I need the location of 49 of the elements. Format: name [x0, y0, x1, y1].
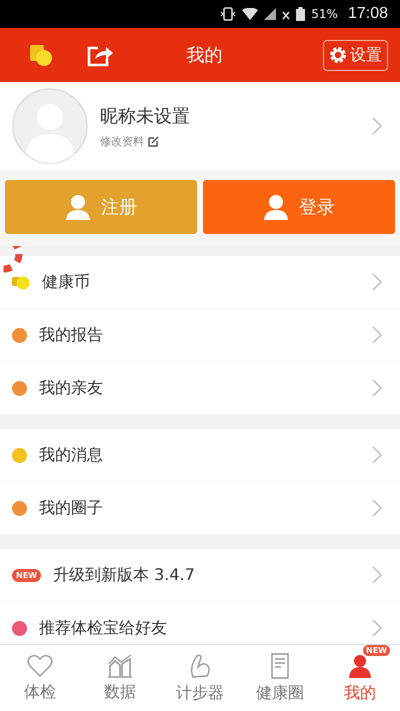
page-title: 我的	[186, 44, 224, 67]
menu-item[interactable]: 我的圈子	[0, 482, 400, 535]
menu-item-label: 推荐体检宝给好友	[39, 618, 168, 638]
new-badge: NEW	[363, 644, 390, 656]
settings-button[interactable]: 设置	[323, 40, 388, 70]
clock: 17:08	[348, 5, 388, 23]
menu-item-label: 我的亲友	[39, 378, 104, 398]
chevron-icon	[372, 619, 382, 637]
heart-icon	[27, 654, 53, 678]
tab[interactable]: 体检	[0, 645, 80, 711]
chart-icon	[107, 654, 133, 678]
menu-item-label: 我的圈子	[39, 498, 104, 518]
wifi-icon	[242, 8, 258, 20]
menu-item[interactable]: 健康币	[0, 256, 400, 309]
menu-item-label: 升级到新版本 3.4.7	[52, 564, 196, 586]
edit-icon	[148, 136, 159, 146]
chevron-icon	[372, 117, 382, 135]
menu-item-label: 我的消息	[39, 444, 104, 466]
chevron-icon	[372, 326, 382, 344]
coins-icon[interactable]	[28, 43, 54, 67]
chevron-icon	[372, 379, 382, 397]
new-badge: NEW	[12, 568, 41, 582]
edit-profile-link[interactable]: 修改资料	[100, 134, 159, 148]
person-icon	[65, 193, 91, 221]
menu-item-label: 健康币	[42, 272, 91, 292]
person-icon	[263, 193, 289, 221]
menu-item[interactable]: NEW 升级到新版本 3.4.7	[0, 549, 400, 602]
menu-item[interactable]: 我的亲友	[0, 362, 400, 415]
battery-icon	[296, 7, 306, 21]
battery-percent: 51%	[311, 7, 338, 21]
chevron-icon	[372, 499, 382, 517]
tab[interactable]: NEW 我的	[320, 645, 400, 711]
menu-item[interactable]: 我的报告	[0, 309, 400, 362]
signal-icon	[264, 8, 276, 20]
lifebuoy-icon[interactable]	[0, 246, 24, 274]
chevron-icon	[372, 273, 382, 291]
menu-item[interactable]: 我的消息	[0, 429, 400, 482]
tab[interactable]: 数据	[80, 645, 160, 711]
nickname: 昵称未设置	[100, 104, 191, 128]
vibrate-icon	[220, 7, 236, 21]
chevron-icon	[372, 446, 382, 464]
tab[interactable]: 健康圈	[240, 645, 320, 711]
settings-icon	[329, 46, 347, 64]
coins-icon	[12, 274, 30, 290]
menu-item-label: 我的报告	[39, 324, 104, 346]
person-icon	[347, 652, 373, 678]
tab[interactable]: 计步器	[160, 645, 240, 711]
login-button[interactable]: 登录	[203, 180, 395, 234]
chevron-icon	[372, 566, 382, 584]
